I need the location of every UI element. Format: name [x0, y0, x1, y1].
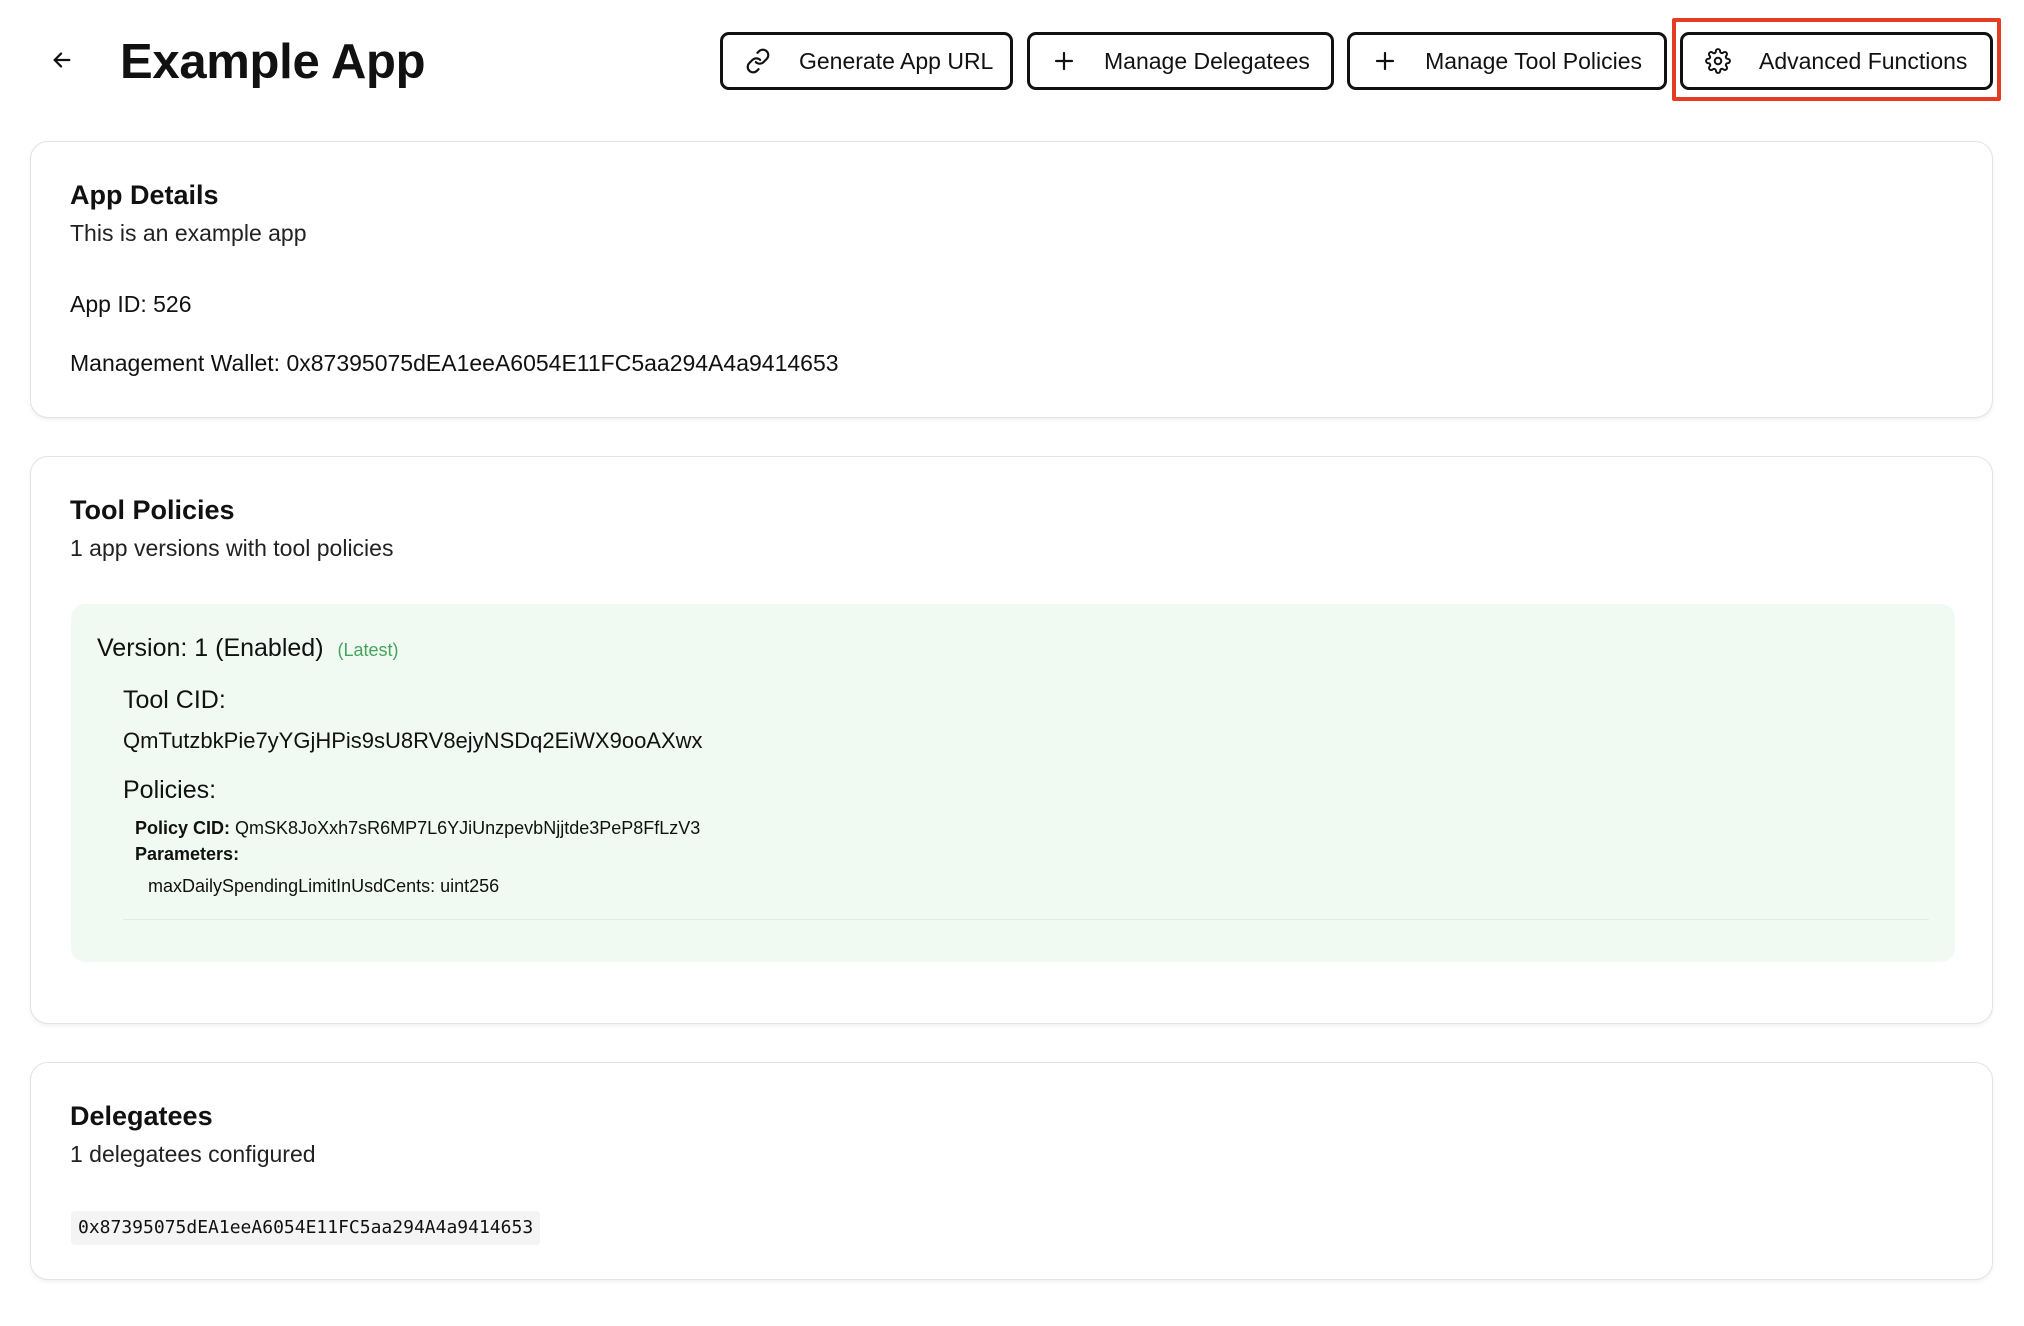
delegatee-address: 0x87395075dEA1eeA6054E11FC5aa294A4a94146…	[71, 1211, 541, 1245]
tool-cid-label: Tool CID:	[123, 686, 226, 714]
manage-delegatees-button[interactable]: Manage Delegatees	[1027, 32, 1334, 90]
arrow-left-icon	[53, 52, 71, 68]
generate-app-url-label: Generate App URL	[799, 47, 994, 74]
delegatees-subtitle: 1 delegatees configured	[70, 1141, 316, 1167]
tool-policies-subtitle: 1 app versions with tool policies	[70, 535, 394, 561]
policy-cid-label: Policy CID:	[135, 818, 231, 838]
advanced-functions-label: Advanced Functions	[1759, 47, 1968, 74]
app-id-row: App ID: 526	[70, 291, 191, 318]
app-details-description: This is an example app	[70, 220, 307, 246]
advanced-functions-button[interactable]: Advanced Functions	[1680, 32, 1993, 90]
parameter-item: maxDailySpendingLimitInUsdCents: uint256	[148, 876, 500, 896]
manage-delegatees-label: Manage Delegatees	[1104, 47, 1310, 74]
management-wallet-row: Management Wallet: 0x87395075dEA1eeA6054…	[70, 350, 839, 377]
policy-cid-value: QmSK8JoXxh7sR6MP7L6YJiUnzpevbNjjtde3PeP8…	[235, 818, 701, 838]
policy-divider	[123, 919, 1929, 920]
latest-badge: (Latest)	[337, 640, 399, 660]
generate-app-url-button[interactable]: Generate App URL	[720, 32, 1013, 90]
page-header: Example App Generate App URL Manage Dele…	[0, 0, 2024, 125]
version-title: Version: 1 (Enabled)	[97, 634, 324, 662]
app-page: Example App Generate App URL Manage Dele…	[0, 0, 2024, 1326]
tool-policies-title: Tool Policies	[70, 495, 235, 525]
version-panel: Version: 1 (Enabled) (Latest) Tool CID: …	[71, 604, 1955, 962]
delegatees-title: Delegatees	[70, 1101, 213, 1131]
app-id-value: 526	[153, 291, 192, 317]
manage-tool-policies-label: Manage Tool Policies	[1425, 47, 1642, 74]
manage-tool-policies-button[interactable]: Manage Tool Policies	[1347, 32, 1667, 90]
back-button[interactable]	[44, 42, 80, 78]
plus-icon	[1052, 48, 1076, 74]
version-header: Version: 1 (Enabled) (Latest)	[97, 634, 399, 663]
gear-icon	[1705, 48, 1731, 74]
app-details-title: App Details	[70, 180, 219, 210]
tool-cid-value: QmTutzbkPie7yYGjHPis9sU8RV8ejyNSDq2EiWX9…	[123, 728, 703, 753]
management-wallet-value: 0x87395075dEA1eeA6054E11FC5aa294A4a94146…	[286, 350, 839, 376]
tool-policies-card: Tool Policies 1 app versions with tool p…	[30, 456, 1993, 1024]
delegatees-card: Delegatees 1 delegatees configured 0x873…	[30, 1062, 1993, 1280]
app-id-label: App ID:	[70, 291, 147, 317]
link-icon	[745, 48, 771, 74]
policies-label: Policies:	[123, 776, 217, 804]
management-wallet-label: Management Wallet:	[70, 350, 281, 376]
page-title: Example App	[120, 35, 426, 89]
policy-cid-row: Policy CID: QmSK8JoXxh7sR6MP7L6YJiUnzpev…	[135, 818, 700, 839]
app-details-card: App Details This is an example app App I…	[30, 141, 1993, 418]
plus-icon	[1372, 48, 1397, 74]
parameters-label: Parameters:	[135, 844, 240, 864]
